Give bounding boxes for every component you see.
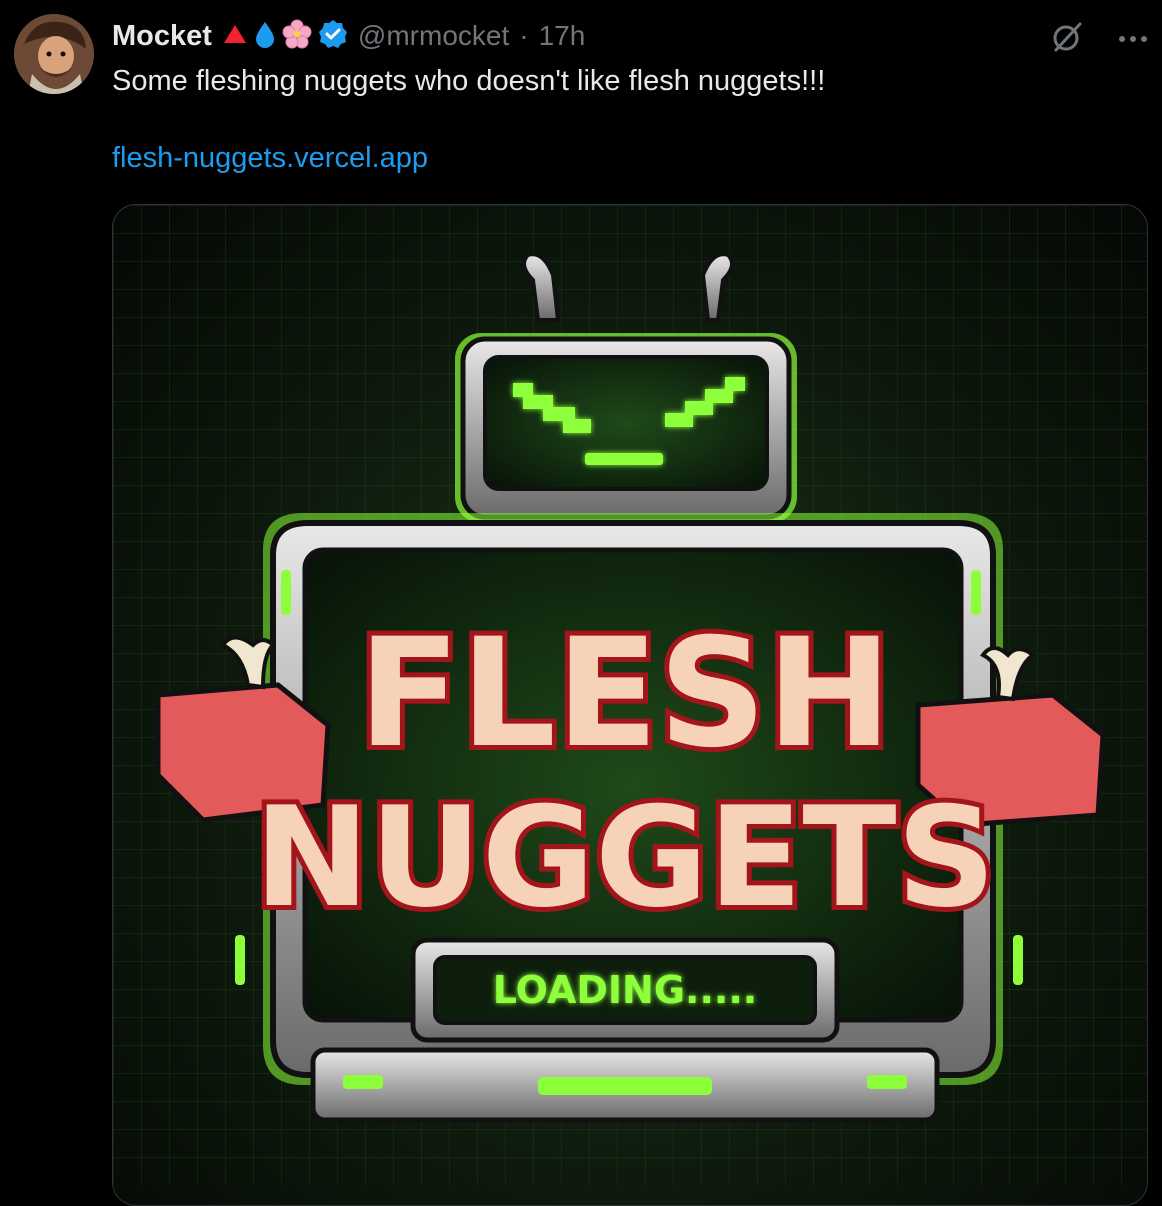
loading-text: LOADING..... xyxy=(493,968,757,1012)
water-drop-icon xyxy=(254,20,276,53)
author-name[interactable]: Mocket xyxy=(112,20,212,53)
red-triangle-icon xyxy=(222,23,248,50)
title-line1: FLESH xyxy=(358,607,892,781)
verified-badge-icon[interactable] xyxy=(318,19,348,54)
robot-head xyxy=(455,333,797,523)
more-options-icon[interactable] xyxy=(1118,31,1148,49)
tweet-top-actions xyxy=(1050,20,1148,59)
badge-row xyxy=(222,19,348,54)
title-line2: NUGGETS xyxy=(254,777,996,938)
tweet-link[interactable]: flesh-nuggets.vercel.app xyxy=(112,142,428,175)
timestamp[interactable]: 17h xyxy=(539,20,586,52)
cherry-blossom-icon xyxy=(282,19,312,54)
grok-icon[interactable] xyxy=(1050,20,1084,59)
author-handle[interactable]: @mrmocket xyxy=(358,20,509,52)
tweet-text: Some fleshing nuggets who doesn't like f… xyxy=(112,65,826,97)
robot-base xyxy=(310,1047,940,1123)
tweet-header: Mocket @mrmocket · 17h xyxy=(112,16,585,56)
avatar[interactable] xyxy=(14,14,94,94)
flesh-nuggets-artwork: FLESH NUGGETS LOADING..... xyxy=(113,205,1147,1185)
separator-dot: · xyxy=(519,20,529,51)
loading-panel: LOADING..... xyxy=(410,937,840,1043)
media-image[interactable]: FLESH NUGGETS LOADING..... xyxy=(112,204,1148,1206)
